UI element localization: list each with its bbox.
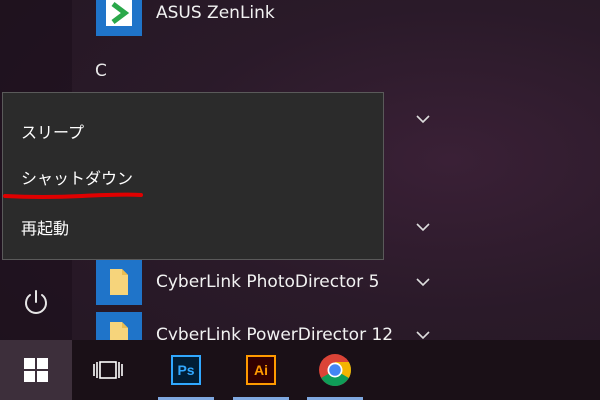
windows-icon [24,358,48,382]
chevron-down-icon[interactable] [416,220,430,234]
zenlink-icon [96,0,142,36]
photoshop-icon: Ps [171,355,201,385]
power-options-menu: スリープ シャットダウン 再起動 [2,92,384,260]
menu-item-restart[interactable]: 再起動 [21,215,69,239]
app-label: CyberLink PhotoDirector 5 [156,272,380,292]
start-button[interactable] [0,340,72,400]
taskbar-chrome[interactable] [305,340,365,400]
illustrator-icon: Ai [246,355,276,385]
menu-item-sleep[interactable]: スリープ [21,119,84,143]
chevron-down-icon[interactable] [416,112,430,126]
chevron-down-icon[interactable] [416,275,430,289]
power-icon[interactable] [20,287,52,319]
menu-item-shutdown[interactable]: シャットダウン [21,165,133,189]
taskbar-photoshop[interactable]: Ps [156,340,216,400]
task-view-icon [93,361,123,379]
app-label: ASUS ZenLink [156,3,275,23]
folder-icon [96,259,142,305]
app-item-asus-zenlink[interactable]: ASUS ZenLink [96,0,275,36]
taskbar-illustrator[interactable]: Ai [231,340,291,400]
chrome-icon [319,354,351,386]
app-item-cyberlink-photodirector[interactable]: CyberLink PhotoDirector 5 [96,259,379,305]
section-letter-c[interactable]: C [95,61,107,81]
highlight-underline [3,192,143,199]
task-view-button[interactable] [78,340,138,400]
